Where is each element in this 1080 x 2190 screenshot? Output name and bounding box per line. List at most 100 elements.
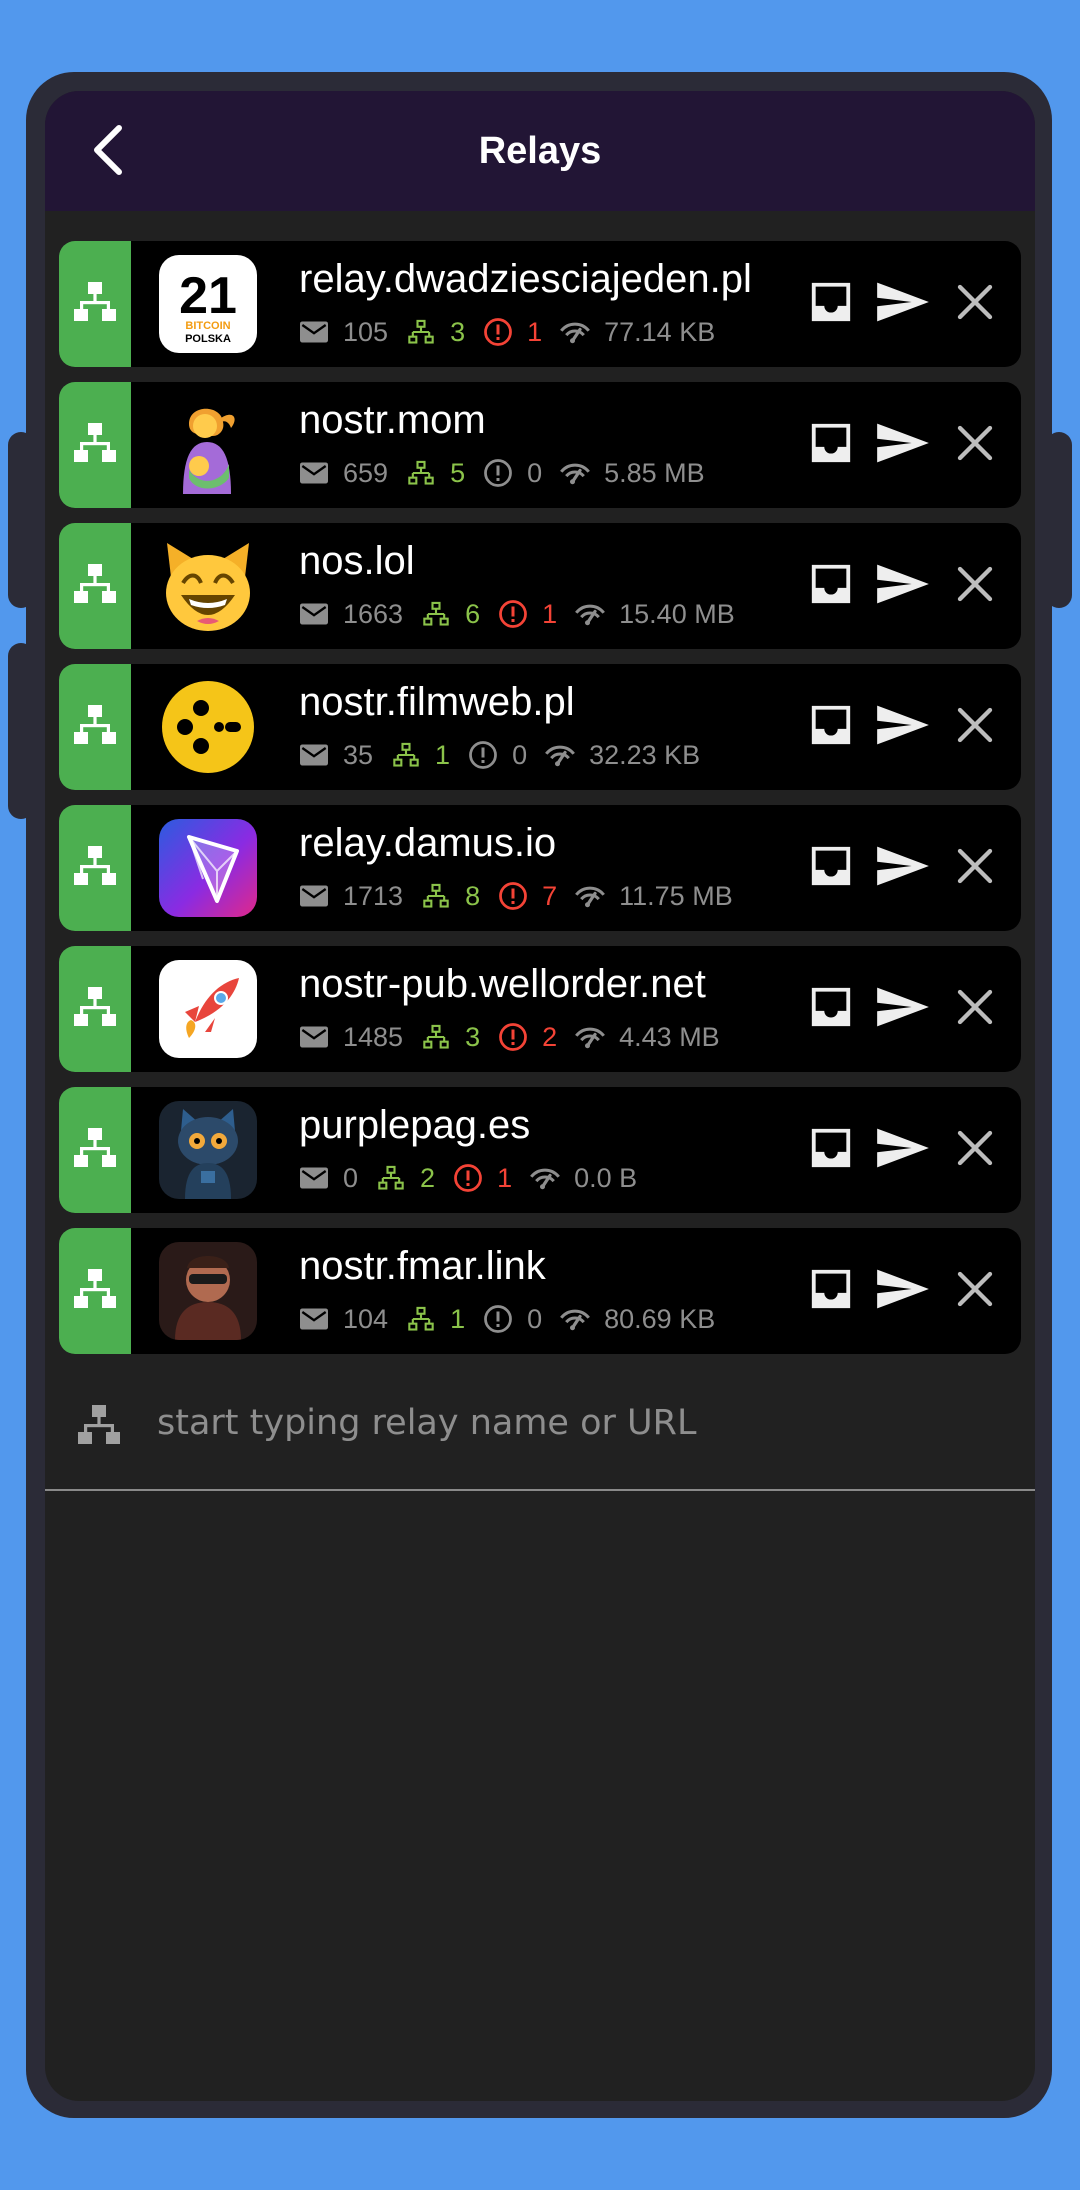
error-count: 0 — [527, 457, 543, 488]
alert-icon — [483, 1304, 513, 1334]
relay-stats: 105 3 1 77.14 KB — [299, 315, 733, 349]
bandwidth-icon — [560, 1304, 591, 1334]
add-relay-row — [45, 1351, 1035, 1491]
relay-status-indicator[interactable] — [59, 523, 131, 649]
write-toggle-button[interactable] — [873, 1261, 933, 1321]
write-toggle-button[interactable] — [873, 274, 933, 334]
read-toggle-button[interactable] — [801, 1261, 861, 1321]
alert-icon — [453, 1163, 483, 1193]
alert-icon — [468, 740, 498, 770]
relay-row[interactable]: nos.lol 1663 6 1 15.40 MB — [59, 523, 1021, 649]
mail-icon — [299, 740, 329, 770]
svg-text:POLSKA: POLSKA — [185, 333, 231, 345]
remove-relay-button[interactable] — [945, 979, 1005, 1039]
write-toggle-button[interactable] — [873, 979, 933, 1039]
bandwidth-icon — [530, 1163, 561, 1193]
write-toggle-button[interactable] — [873, 838, 933, 898]
write-toggle-button[interactable] — [873, 697, 933, 757]
bandwidth-icon — [560, 317, 591, 347]
chevron-left-icon — [94, 125, 122, 175]
write-toggle-button[interactable] — [873, 415, 933, 475]
inbox-icon — [807, 1125, 855, 1176]
read-toggle-button[interactable] — [801, 415, 861, 475]
message-count: 104 — [343, 1303, 389, 1334]
remove-relay-button[interactable] — [945, 1120, 1005, 1180]
relay-name[interactable]: relay.dwadziesciajeden.pl — [299, 257, 752, 302]
relay-status-indicator[interactable] — [59, 241, 131, 367]
inbox-icon — [807, 420, 855, 471]
relay-row[interactable]: 21 BITCOIN POLSKA relay.dwadziesciajeden.pl… — [59, 241, 1021, 367]
send-icon — [875, 985, 931, 1034]
relay-network-icon — [71, 983, 119, 1036]
read-toggle-button[interactable] — [801, 979, 861, 1039]
bandwidth-usage: 11.75 MB — [619, 880, 733, 911]
bandwidth-usage: 15.40 MB — [619, 598, 735, 629]
alert-icon — [483, 317, 513, 347]
relay-row[interactable]: relay.damus.io 1713 8 7 11.75 MB — [59, 805, 1021, 931]
bandwidth-usage: 4.43 MB — [619, 1021, 720, 1052]
relay-name[interactable]: nostr.filmweb.pl — [299, 680, 575, 725]
relay-status-indicator[interactable] — [59, 805, 131, 931]
relay-status-indicator[interactable] — [59, 946, 131, 1072]
remove-relay-button[interactable] — [945, 415, 1005, 475]
remove-relay-button[interactable] — [945, 1261, 1005, 1321]
relay-name[interactable]: purplepag.es — [299, 1103, 530, 1148]
send-icon — [875, 844, 931, 893]
message-count: 35 — [343, 739, 374, 770]
relay-status-indicator[interactable] — [59, 1228, 131, 1354]
send-icon — [875, 280, 931, 329]
app-bar: Relays — [45, 91, 1035, 211]
read-toggle-button[interactable] — [801, 697, 861, 757]
remove-relay-button[interactable] — [945, 274, 1005, 334]
alert-icon — [498, 881, 528, 911]
bandwidth-usage: 80.69 KB — [604, 1303, 716, 1334]
relay-row[interactable]: nostr-pub.wellorder.net 1485 3 2 4.43 MB — [59, 946, 1021, 1072]
relay-name[interactable]: nos.lol — [299, 539, 415, 584]
relay-name[interactable]: nostr.fmar.link — [299, 1244, 546, 1289]
read-toggle-button[interactable] — [801, 274, 861, 334]
mail-icon — [299, 1304, 329, 1334]
message-count: 105 — [343, 316, 389, 347]
close-icon — [955, 564, 995, 609]
bandwidth-usage: 77.14 KB — [604, 316, 716, 347]
write-toggle-button[interactable] — [873, 1120, 933, 1180]
relay-url-input[interactable] — [157, 1391, 1007, 1455]
relay-row[interactable]: nostr.filmweb.pl 35 1 0 32.23 KB — [59, 664, 1021, 790]
error-count: 7 — [542, 880, 558, 911]
read-toggle-button[interactable] — [801, 556, 861, 616]
relay-network-icon — [71, 419, 119, 472]
remove-relay-button[interactable] — [945, 556, 1005, 616]
relay-stats: 1663 6 1 15.40 MB — [299, 597, 753, 631]
relay-avatar — [159, 1101, 257, 1199]
read-toggle-button[interactable] — [801, 1120, 861, 1180]
page-title: Relays — [478, 130, 602, 172]
remove-relay-button[interactable] — [945, 838, 1005, 898]
network-icon — [391, 740, 421, 770]
bandwidth-icon — [575, 599, 606, 629]
relay-status-indicator[interactable] — [59, 1087, 131, 1213]
relay-status-indicator[interactable] — [59, 664, 131, 790]
mail-icon — [299, 599, 329, 629]
error-count: 1 — [542, 598, 558, 629]
back-button[interactable] — [75, 115, 145, 185]
send-icon — [875, 1267, 931, 1316]
relay-row[interactable]: purplepag.es 0 2 1 0.0 B — [59, 1087, 1021, 1213]
relay-name[interactable]: nostr.mom — [299, 398, 486, 443]
relay-network-icon — [75, 1401, 123, 1449]
message-count: 659 — [343, 457, 389, 488]
error-count: 0 — [527, 1303, 543, 1334]
write-toggle-button[interactable] — [873, 556, 933, 616]
error-count: 1 — [527, 316, 543, 347]
relay-name[interactable]: relay.damus.io — [299, 821, 556, 866]
read-toggle-button[interactable] — [801, 838, 861, 898]
mail-icon — [299, 1163, 329, 1193]
relay-row[interactable]: nostr.fmar.link 104 1 0 80.69 KB — [59, 1228, 1021, 1354]
relay-status-indicator[interactable] — [59, 382, 131, 508]
relay-name[interactable]: nostr-pub.wellorder.net — [299, 962, 706, 1007]
connection-count: 3 — [465, 1021, 481, 1052]
svg-text:21: 21 — [179, 267, 237, 325]
mail-icon — [299, 458, 329, 488]
relay-row[interactable]: nostr.mom 659 5 0 5.85 MB — [59, 382, 1021, 508]
remove-relay-button[interactable] — [945, 697, 1005, 757]
message-count: 0 — [343, 1162, 359, 1193]
